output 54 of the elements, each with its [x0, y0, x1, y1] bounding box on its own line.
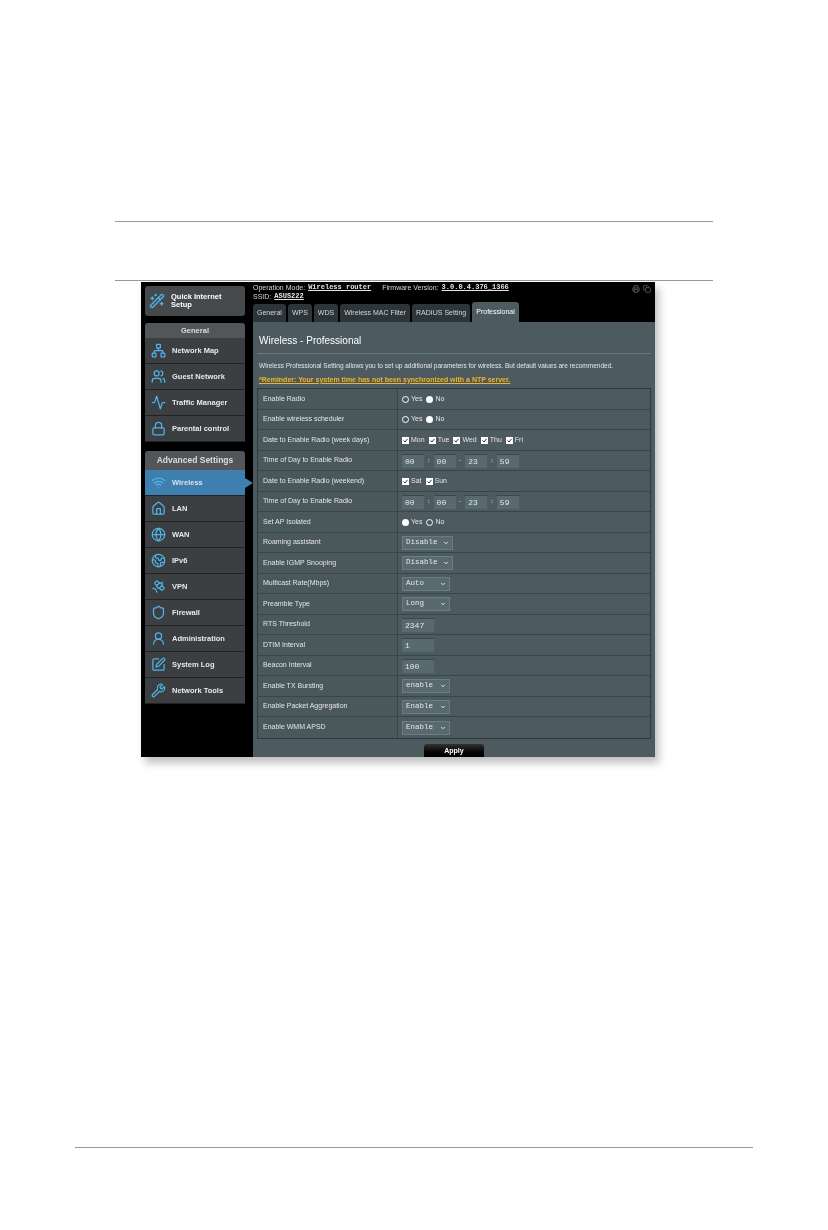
- checkbox[interactable]: [425, 477, 433, 485]
- wand-icon: [149, 293, 165, 309]
- pen-icon: [151, 657, 166, 672]
- caret-icon: [440, 580, 446, 587]
- checkbox[interactable]: [402, 436, 409, 444]
- radio-button[interactable]: [426, 518, 434, 526]
- input-field[interactable]: 100: [402, 658, 434, 673]
- checkbox[interactable]: [453, 436, 461, 444]
- shield-icon: [151, 605, 166, 620]
- caret-icon: [440, 601, 446, 607]
- wrench-icon: [151, 683, 166, 698]
- time-field[interactable]: 00: [433, 453, 456, 468]
- user-icon: [151, 631, 166, 646]
- radio-button[interactable]: [402, 416, 409, 423]
- time-field[interactable]: 00: [433, 494, 456, 509]
- users-icon: [151, 369, 166, 384]
- time-field[interactable]: 00: [402, 494, 424, 509]
- globe-icon: [151, 553, 166, 568]
- caret-icon: [440, 724, 446, 731]
- caret-icon: [440, 683, 446, 689]
- check-icon: [454, 437, 460, 443]
- checkbox[interactable]: [402, 477, 409, 485]
- input-field[interactable]: 1: [402, 638, 434, 652]
- globe-icon: [151, 527, 166, 542]
- check-icon: [506, 437, 512, 443]
- house-icon: [151, 501, 166, 516]
- checkbox[interactable]: [428, 436, 436, 444]
- radio-button[interactable]: [402, 395, 409, 403]
- time-field[interactable]: 59: [496, 453, 519, 468]
- caret-icon: [440, 703, 446, 710]
- checkbox[interactable]: [480, 436, 488, 444]
- caret-icon: [442, 539, 449, 546]
- radio-button[interactable]: [426, 416, 434, 423]
- input-field[interactable]: 2347: [402, 617, 434, 632]
- check-icon: [429, 437, 435, 443]
- network-icon: [151, 343, 166, 358]
- wifi-icon: [151, 475, 166, 490]
- check-icon: [426, 478, 432, 484]
- check-icon: [403, 478, 408, 484]
- time-field[interactable]: 23: [465, 453, 488, 468]
- radio-button[interactable]: [426, 395, 434, 403]
- caret-icon: [442, 560, 449, 566]
- time-field[interactable]: 59: [496, 494, 519, 509]
- time-field[interactable]: 23: [465, 494, 488, 509]
- panel-title: Wireless - Professional: [258, 334, 363, 348]
- radio-button[interactable]: [402, 518, 409, 526]
- check-icon: [403, 437, 408, 443]
- time-field[interactable]: 00: [402, 453, 424, 468]
- check-icon: [481, 437, 487, 443]
- lock-icon: [151, 421, 166, 436]
- checkbox[interactable]: [505, 436, 513, 444]
- satellite-icon: [151, 579, 166, 594]
- section-heading: Advanced Settings: [145, 451, 245, 470]
- pulse-icon: [151, 395, 166, 410]
